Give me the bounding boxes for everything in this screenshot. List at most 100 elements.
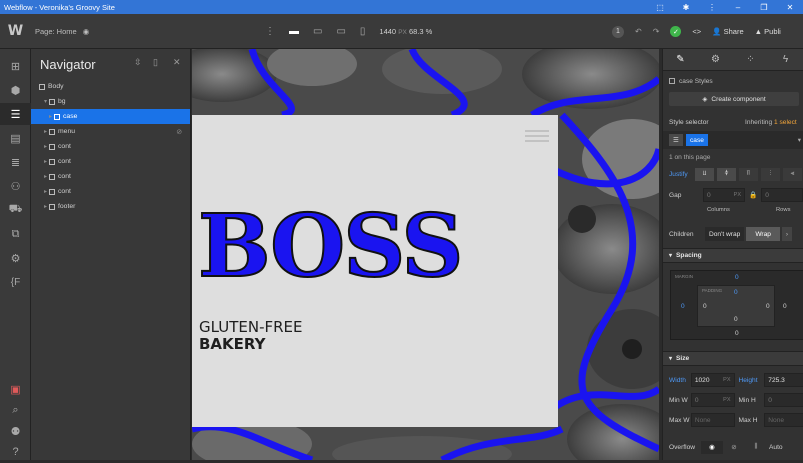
justify-around-icon[interactable]: ⫷ bbox=[783, 167, 802, 181]
overflow-scroll-icon[interactable]: ⫼ bbox=[745, 441, 767, 454]
width-input[interactable]: 1020 PX bbox=[690, 373, 735, 387]
maximize-button[interactable]: ❐ bbox=[751, 3, 777, 12]
spacing-section-header[interactable]: ▾ Spacing bbox=[663, 248, 803, 263]
close-navigator-icon[interactable]: ✕ bbox=[173, 57, 181, 68]
create-component-button[interactable]: ◈ Create component bbox=[669, 92, 799, 106]
redo-icon[interactable]: ↷ bbox=[653, 27, 660, 36]
justify-start-icon[interactable]: ⫫ bbox=[695, 167, 714, 181]
min-width-input[interactable]: 0 PX bbox=[690, 393, 735, 407]
margin-bottom-value[interactable]: 0 bbox=[735, 330, 739, 337]
expand-caret-icon[interactable]: ▸ bbox=[44, 188, 47, 195]
size-section-header[interactable]: ▾ Size bbox=[663, 351, 803, 366]
notification-badge[interactable]: 1 bbox=[612, 25, 624, 38]
overflow-hidden-icon[interactable]: ⊘ bbox=[723, 441, 745, 454]
puzzle-icon[interactable]: ✱ bbox=[673, 3, 699, 12]
padding-right-value[interactable]: 0 bbox=[766, 303, 770, 310]
close-window-button[interactable]: ✕ bbox=[777, 3, 803, 12]
style-tab-brush-icon[interactable]: ✎ bbox=[663, 54, 698, 65]
expand-caret-icon[interactable]: ▸ bbox=[49, 113, 52, 120]
selector-field[interactable]: ☰ case ▾ bbox=[663, 131, 803, 149]
search-icon[interactable]: ⌕ bbox=[0, 399, 31, 421]
expand-caret-icon[interactable]: ▸ bbox=[44, 203, 47, 210]
settings-icon[interactable]: ⚙ bbox=[0, 247, 31, 269]
page-selector[interactable]: Page: Home ◉ bbox=[31, 27, 89, 36]
justify-center-icon[interactable]: ⫩ bbox=[717, 167, 736, 181]
navigator-icon[interactable]: ☰ bbox=[0, 103, 31, 125]
ecommerce-icon[interactable]: ⛟ bbox=[0, 199, 31, 221]
max-height-input[interactable]: None bbox=[764, 413, 803, 427]
selector-dropdown-icon[interactable]: ▾ bbox=[798, 136, 801, 144]
collapse-all-icon[interactable]: ⇳ bbox=[134, 57, 142, 68]
pages-icon[interactable]: ▤ bbox=[0, 127, 31, 149]
selector-menu-icon[interactable]: ☰ bbox=[669, 134, 683, 146]
expand-caret-icon[interactable]: ▾ bbox=[44, 98, 47, 105]
dock-panel-icon[interactable]: ▯ bbox=[153, 57, 158, 68]
more-menu-icon[interactable]: ⋮ bbox=[699, 3, 725, 12]
custom-code-icon[interactable]: {F bbox=[0, 271, 31, 293]
tablet-breakpoint-icon[interactable]: ▭ bbox=[313, 26, 322, 37]
justify-options: ⫫ ⫩ ⫪ ⫶ ⫷ bbox=[695, 167, 802, 181]
navigator-item[interactable]: ▸ cont bbox=[31, 154, 190, 169]
height-input[interactable]: 725.3 bbox=[764, 373, 803, 387]
margin-right-value[interactable]: 0 bbox=[783, 303, 787, 310]
dont-wrap-button[interactable]: Don't wrap bbox=[705, 227, 745, 241]
mobile-portrait-icon[interactable]: ▯ bbox=[360, 26, 366, 37]
design-canvas[interactable]: BOSS GLUTEN-FREE BAKERY bbox=[192, 49, 659, 460]
boss-logo: BOSS bbox=[197, 200, 478, 294]
more-options-icon[interactable]: ⋮ bbox=[265, 26, 275, 37]
min-height-input[interactable]: 0 bbox=[764, 393, 803, 407]
navigator-item[interactable]: ▾ bg bbox=[31, 94, 190, 109]
eye-icon[interactable]: ◉ bbox=[83, 27, 90, 36]
max-width-input[interactable]: None bbox=[690, 413, 735, 427]
mobile-landscape-icon[interactable]: ▭ bbox=[336, 26, 345, 37]
justify-end-icon[interactable]: ⫪ bbox=[739, 167, 758, 181]
navigator-item[interactable]: ▸ cont bbox=[31, 139, 190, 154]
gap-rows-input[interactable]: 0 bbox=[761, 188, 803, 202]
minimize-button[interactable]: – bbox=[725, 3, 751, 12]
undo-icon[interactable]: ↶ bbox=[635, 27, 642, 36]
overflow-auto-button[interactable]: Auto bbox=[767, 441, 785, 454]
desktop-breakpoint-icon[interactable]: ▬ bbox=[289, 26, 299, 37]
max-size-row: Max W None Max H None bbox=[663, 412, 803, 428]
extensions-icon[interactable]: ⬚ bbox=[647, 3, 673, 12]
interactions-tab-icon[interactable]: ⁘ bbox=[733, 54, 768, 65]
justify-label: Justify bbox=[669, 170, 688, 178]
navigator-item[interactable]: ▸ cont bbox=[31, 184, 190, 199]
padding-top-value[interactable]: 0 bbox=[734, 289, 738, 296]
navigator-item-selected[interactable]: ▸ case bbox=[31, 109, 190, 124]
overflow-visible-eye-icon[interactable]: ◉ bbox=[701, 440, 723, 454]
users-icon[interactable]: ⚇ bbox=[0, 175, 31, 197]
collaborators-icon[interactable]: ⚉ bbox=[0, 420, 31, 442]
padding-left-value[interactable]: 0 bbox=[703, 303, 707, 310]
margin-top-value[interactable]: 0 bbox=[735, 274, 739, 281]
publish-button[interactable]: ▲ Publi bbox=[755, 27, 781, 36]
navigator-item[interactable]: ▸ menu ⊘ bbox=[31, 124, 190, 139]
boss-logo-text: BOSS bbox=[197, 196, 465, 297]
symbols-icon[interactable]: ⬢ bbox=[0, 79, 31, 101]
padding-bottom-value[interactable]: 0 bbox=[734, 316, 738, 323]
wrap-more-icon[interactable]: › bbox=[781, 227, 792, 241]
wrap-button[interactable]: Wrap bbox=[746, 227, 780, 241]
justify-between-icon[interactable]: ⫶ bbox=[761, 167, 780, 181]
add-elements-icon[interactable]: ⊞ bbox=[0, 55, 31, 77]
selector-chip[interactable]: case bbox=[686, 134, 708, 146]
record-icon[interactable]: ▣ bbox=[0, 378, 31, 400]
navigator-item[interactable]: Body bbox=[31, 79, 190, 94]
gap-columns-input[interactable]: 0 PX bbox=[703, 188, 745, 202]
lock-icon[interactable]: 🔒 bbox=[749, 191, 757, 199]
cms-icon[interactable]: ≣ bbox=[0, 151, 31, 173]
code-icon[interactable]: <> bbox=[692, 27, 701, 36]
margin-left-value[interactable]: 0 bbox=[681, 303, 685, 310]
expand-caret-icon[interactable]: ▸ bbox=[44, 173, 47, 180]
share-button[interactable]: 👤 Share bbox=[712, 27, 743, 36]
webflow-logo[interactable]: W bbox=[0, 14, 31, 49]
expand-caret-icon[interactable]: ▸ bbox=[44, 158, 47, 165]
expand-caret-icon[interactable]: ▸ bbox=[44, 143, 47, 150]
navigator-item[interactable]: ▸ footer bbox=[31, 199, 190, 214]
expand-caret-icon[interactable]: ▸ bbox=[44, 128, 47, 135]
settings-tab-gear-icon[interactable]: ⚙ bbox=[698, 54, 733, 65]
navigator-item[interactable]: ▸ cont bbox=[31, 169, 190, 184]
hidden-visibility-icon[interactable]: ⊘ bbox=[176, 128, 182, 136]
lightning-tab-icon[interactable]: ϟ bbox=[768, 54, 803, 65]
assets-icon[interactable]: ⧉ bbox=[0, 223, 31, 245]
